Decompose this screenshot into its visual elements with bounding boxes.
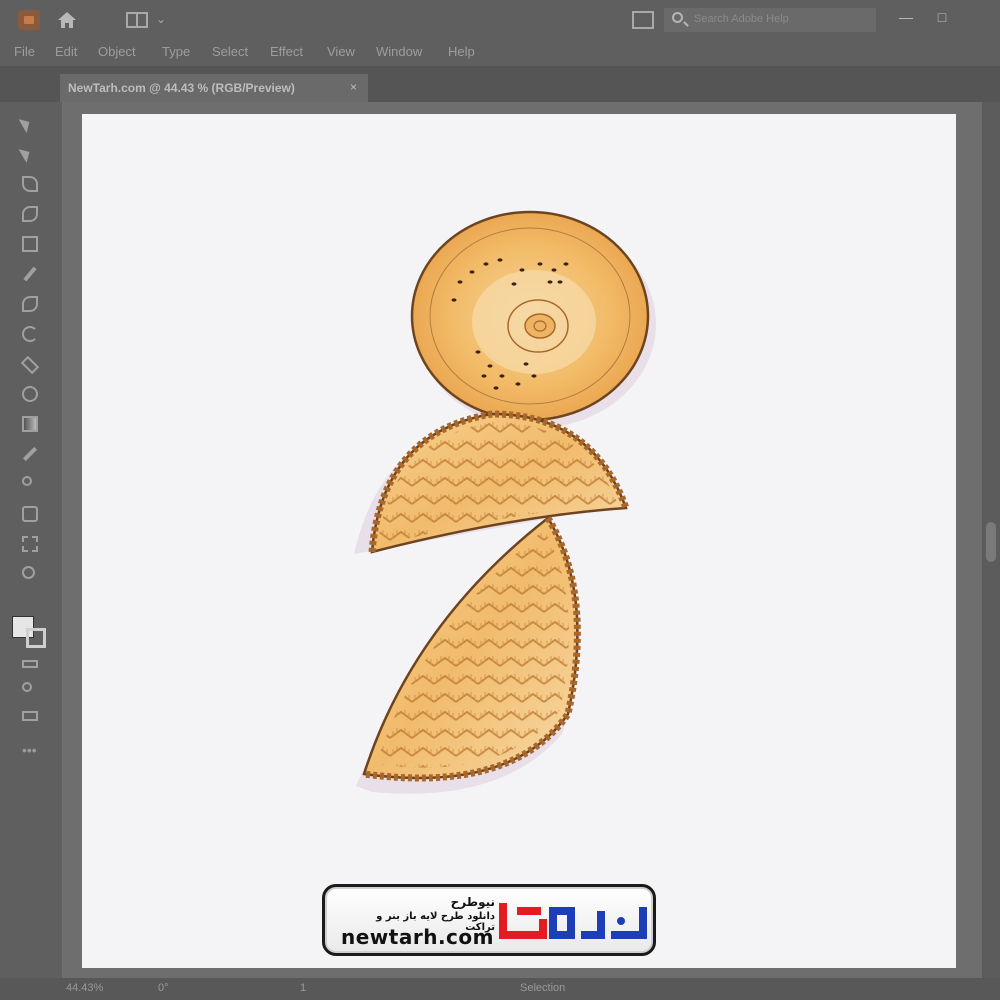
screen-mode-toggle[interactable]: [18, 678, 42, 702]
pastry-illustration[interactable]: [82, 114, 956, 968]
curvature-tool[interactable]: [18, 202, 42, 226]
pen-icon: [22, 176, 38, 192]
eraser-tool[interactable]: [18, 352, 42, 376]
draw-mode-toggle[interactable]: [18, 652, 42, 676]
screen-mode-icon: [22, 682, 32, 692]
eyedropper-icon: [22, 446, 38, 462]
document-tab[interactable]: NewTarh.com @ 44.43 % (RGB/Preview) ×: [60, 74, 368, 102]
eraser-icon: [20, 355, 40, 375]
blend-icon: [22, 476, 32, 486]
gradient-tool[interactable]: [18, 412, 42, 436]
symbol-sprayer-tool[interactable]: [18, 502, 42, 526]
edit-toolbar-button[interactable]: [18, 704, 42, 728]
document-tab-label: NewTarh.com @ 44.43 % (RGB/Preview): [68, 81, 295, 95]
direct-selection-tool[interactable]: [18, 142, 42, 166]
tools-panel: •••: [0, 102, 62, 978]
selection-tool[interactable]: [18, 112, 42, 136]
rectangle-icon: [22, 236, 38, 252]
brush-tool[interactable]: [18, 262, 42, 286]
gradient-icon: [22, 416, 38, 432]
scroll-thumb[interactable]: [986, 522, 996, 562]
menu-window[interactable]: Window: [376, 44, 422, 59]
menu-select[interactable]: Select: [212, 44, 248, 59]
more-tools-icon[interactable]: •••: [22, 742, 37, 758]
tool-mode: Selection: [520, 982, 566, 994]
rotate-icon: [22, 326, 38, 342]
symbol-sprayer-icon: [22, 506, 38, 522]
pie-bottom[interactable]: [362, 516, 581, 782]
zoom-icon: [22, 566, 35, 579]
brand-logo-mark: [499, 903, 647, 939]
arrange-documents-icon[interactable]: [632, 11, 654, 29]
chevron-down-icon[interactable]: ⌄: [156, 12, 166, 26]
rectangle-tool[interactable]: [18, 232, 42, 256]
search-icon: [672, 12, 683, 23]
menu-view[interactable]: View: [327, 44, 355, 59]
menu-help[interactable]: Help: [448, 44, 475, 59]
direct-selection-icon: [18, 145, 34, 163]
maximize-button[interactable]: □: [930, 6, 954, 28]
brand-website: newtarh.com: [341, 925, 494, 949]
vertical-scrollbar[interactable]: [982, 102, 1000, 978]
artboard-tool[interactable]: [18, 532, 42, 556]
search-placeholder: Search Adobe Help: [694, 13, 789, 25]
illustrator-logo-icon: [18, 10, 40, 30]
brand-persian-title: نیوطرح: [450, 895, 495, 909]
menu-type[interactable]: Type: [162, 44, 190, 59]
menu-object[interactable]: Object: [98, 44, 136, 59]
workspace-switcher-icon[interactable]: [126, 12, 148, 28]
rotation-value[interactable]: 0°: [158, 982, 169, 994]
blend-tool[interactable]: [18, 472, 42, 496]
eyedropper-tool[interactable]: [18, 442, 42, 466]
edit-toolbar-icon: [22, 711, 38, 721]
zoom-tool[interactable]: [18, 562, 42, 586]
stroke-color-swatch[interactable]: [26, 628, 46, 648]
illustrator-window: ⌄ Search Adobe Help — □ File Edit Object…: [0, 0, 1000, 1000]
rotate-tool[interactable]: [18, 322, 42, 346]
menu-bar: File Edit Object Type Select Effect View…: [0, 40, 1000, 66]
warp-tool[interactable]: [18, 382, 42, 406]
newtarh-watermark: نیوطرح دانلود طرح لایه باز بنر و تراکت n…: [322, 884, 656, 956]
menu-effect[interactable]: Effect: [270, 44, 303, 59]
tab-close-button[interactable]: ×: [350, 80, 357, 94]
status-bar: 44.43% 0° 1 Selection: [0, 978, 1000, 1000]
menu-file[interactable]: File: [14, 44, 35, 59]
zoom-level[interactable]: 44.43%: [66, 982, 103, 994]
artboard-icon: [22, 536, 38, 552]
shaper-tool[interactable]: [18, 292, 42, 316]
app-bar: ⌄ Search Adobe Help — □: [0, 0, 1000, 40]
menu-edit[interactable]: Edit: [55, 44, 77, 59]
home-icon[interactable]: [56, 10, 78, 30]
round-bun[interactable]: [410, 210, 650, 422]
pie-top[interactable]: [368, 410, 630, 554]
curvature-icon: [22, 206, 38, 222]
artboard[interactable]: [82, 114, 956, 968]
pen-tool[interactable]: [18, 172, 42, 196]
draw-mode-icon: [22, 660, 38, 668]
selection-arrow-icon: [18, 115, 34, 133]
minimize-button[interactable]: —: [894, 6, 918, 28]
canvas-area[interactable]: [62, 102, 982, 978]
help-search-input[interactable]: Search Adobe Help: [664, 8, 876, 32]
artboard-number[interactable]: 1: [300, 982, 306, 994]
document-tab-strip: NewTarh.com @ 44.43 % (RGB/Preview) ×: [0, 66, 1000, 102]
warp-icon: [22, 386, 38, 402]
shaper-icon: [22, 296, 38, 312]
brush-icon: [23, 266, 37, 282]
